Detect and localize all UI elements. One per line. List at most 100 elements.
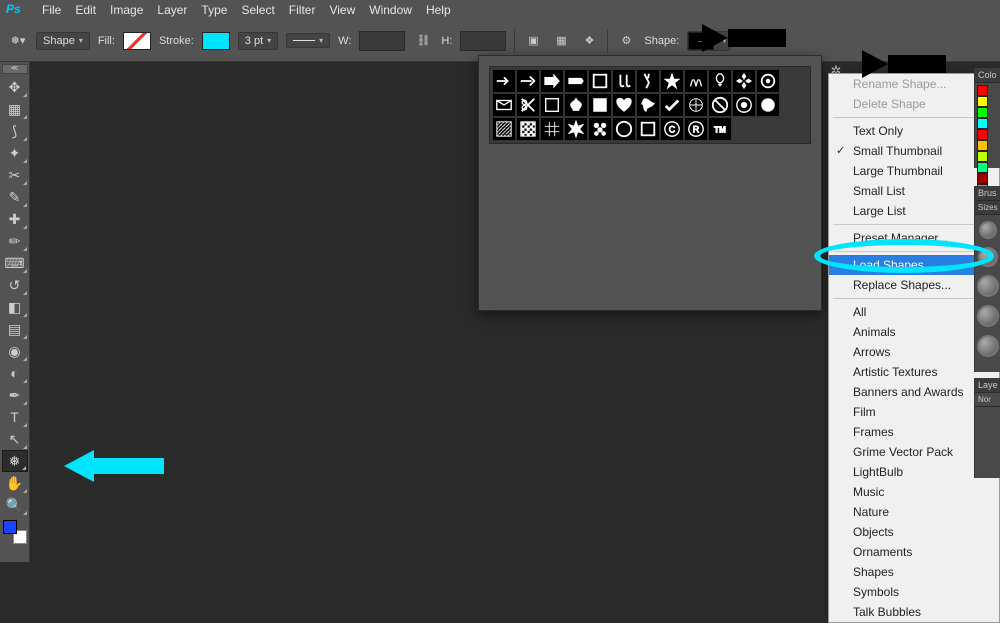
crop-tool[interactable]: ✂	[2, 164, 28, 186]
type-tool[interactable]: T	[2, 406, 28, 428]
stroke-style-dropdown[interactable]: ▾	[286, 33, 330, 48]
shape-thumbnail[interactable]	[708, 93, 732, 117]
shape-thumbnail[interactable]	[564, 69, 588, 93]
menu-filter[interactable]: Filter	[283, 1, 322, 19]
menu-help[interactable]: Help	[420, 1, 457, 19]
color-swatch[interactable]	[977, 140, 988, 151]
stroke-width-dropdown[interactable]: 3 pt▾	[238, 32, 278, 50]
healing-brush-tool[interactable]: ✚	[2, 208, 28, 230]
tool-mode-dropdown[interactable]: Shape▾	[36, 32, 90, 50]
brush-tool[interactable]: ✏	[2, 230, 28, 252]
foreground-color-swatch[interactable]	[3, 520, 17, 534]
shape-thumbnail[interactable]	[492, 117, 516, 141]
gear-icon[interactable]: ⚙	[616, 31, 636, 51]
shape-thumbnail[interactable]	[660, 93, 684, 117]
shape-thumbnail[interactable]	[684, 69, 708, 93]
eraser-tool[interactable]: ◧	[2, 296, 28, 318]
blend-mode[interactable]: Nor	[975, 393, 1000, 407]
blur-tool[interactable]: ◉	[2, 340, 28, 362]
shape-thumbnail[interactable]	[612, 69, 636, 93]
shape-thumbnail[interactable]	[732, 69, 756, 93]
marquee-tool[interactable]: ▦	[2, 98, 28, 120]
shape-thumbnail[interactable]	[588, 69, 612, 93]
menu-image[interactable]: Image	[104, 1, 149, 19]
shape-thumbnail[interactable]	[756, 69, 780, 93]
menu-file[interactable]: File	[36, 1, 67, 19]
menu-item-music[interactable]: Music	[829, 482, 999, 502]
fill-swatch[interactable]	[123, 32, 151, 50]
menu-layer[interactable]: Layer	[151, 1, 193, 19]
eyedropper-tool[interactable]: ✎	[2, 186, 28, 208]
shape-thumbnail[interactable]	[540, 93, 564, 117]
color-swatch[interactable]	[977, 118, 988, 129]
menu-window[interactable]: Window	[363, 1, 418, 19]
shape-thumbnail[interactable]	[756, 93, 780, 117]
brush-preset[interactable]	[977, 335, 999, 357]
menu-edit[interactable]: Edit	[69, 1, 102, 19]
collapse-toggle[interactable]: ≪	[2, 64, 28, 74]
shape-thumbnail[interactable]: TM	[708, 117, 732, 141]
color-swatch[interactable]	[977, 129, 988, 140]
stroke-swatch[interactable]	[202, 32, 230, 50]
menu-item-symbols[interactable]: Symbols	[829, 582, 999, 602]
color-panel-tab[interactable]: Colo	[975, 68, 1000, 83]
brush-preset[interactable]	[977, 275, 999, 297]
custom-shape-tool[interactable]: ❅	[2, 450, 28, 472]
pen-tool[interactable]: ✒	[2, 384, 28, 406]
shape-thumbnail[interactable]	[636, 93, 660, 117]
clone-stamp-tool[interactable]: ⌨	[2, 252, 28, 274]
shape-thumbnail[interactable]	[540, 69, 564, 93]
height-input[interactable]	[460, 31, 506, 51]
menu-item-ornaments[interactable]: Ornaments	[829, 542, 999, 562]
shape-thumbnail[interactable]	[708, 69, 732, 93]
zoom-tool[interactable]: 🔍	[2, 494, 28, 516]
shape-thumbnail[interactable]	[660, 69, 684, 93]
hand-tool[interactable]: ✋	[2, 472, 28, 494]
gradient-tool[interactable]: ▤	[2, 318, 28, 340]
move-tool[interactable]: ✥	[2, 76, 28, 98]
shape-thumbnail[interactable]	[516, 69, 540, 93]
width-input[interactable]	[359, 31, 405, 51]
shape-thumbnail[interactable]	[588, 93, 612, 117]
shape-thumbnail[interactable]	[684, 93, 708, 117]
shape-thumbnail[interactable]	[492, 93, 516, 117]
color-swatch[interactable]	[977, 151, 988, 162]
path-selection-tool[interactable]: ↖	[2, 428, 28, 450]
shape-thumbnail[interactable]	[540, 117, 564, 141]
brush-preset[interactable]	[977, 305, 999, 327]
menu-item-objects[interactable]: Objects	[829, 522, 999, 542]
tool-preset-button[interactable]: ❅▾	[8, 31, 28, 51]
brush-preset[interactable]	[979, 221, 997, 239]
path-operations-icon[interactable]: ▣	[523, 31, 543, 51]
shape-thumbnail[interactable]	[612, 93, 636, 117]
menu-view[interactable]: View	[323, 1, 361, 19]
foreground-background-color[interactable]	[3, 520, 27, 544]
brush-panel-tab[interactable]: Brus	[975, 186, 1000, 201]
layers-panel-tab[interactable]: Laye	[975, 378, 1000, 393]
history-brush-tool[interactable]: ↺	[2, 274, 28, 296]
shape-thumbnail[interactable]	[516, 93, 540, 117]
lasso-tool[interactable]: ⟆	[2, 120, 28, 142]
shape-thumbnail[interactable]	[612, 117, 636, 141]
shape-thumbnail[interactable]	[516, 117, 540, 141]
color-swatch[interactable]	[977, 173, 988, 184]
color-swatch[interactable]	[977, 96, 988, 107]
menu-type[interactable]: Type	[195, 1, 233, 19]
path-alignment-icon[interactable]: ▦	[551, 31, 571, 51]
shape-thumbnail[interactable]	[636, 69, 660, 93]
menu-item-talk-bubbles[interactable]: Talk Bubbles	[829, 602, 999, 622]
shape-thumbnail[interactable]	[732, 93, 756, 117]
shape-thumbnail[interactable]: R	[684, 117, 708, 141]
path-arrangement-icon[interactable]: ❖	[579, 31, 599, 51]
dodge-tool[interactable]: ◐	[2, 362, 28, 384]
menu-item-nature[interactable]: Nature	[829, 502, 999, 522]
shape-thumbnail[interactable]	[564, 117, 588, 141]
link-wh-icon[interactable]: ⛓	[413, 31, 433, 51]
magic-wand-tool[interactable]: ✦	[2, 142, 28, 164]
menu-select[interactable]: Select	[235, 1, 280, 19]
shape-thumbnail[interactable]	[492, 69, 516, 93]
color-swatch[interactable]	[977, 85, 988, 96]
brush-preset[interactable]	[978, 247, 998, 267]
shape-thumbnail[interactable]: C	[660, 117, 684, 141]
menu-item-shapes[interactable]: Shapes	[829, 562, 999, 582]
